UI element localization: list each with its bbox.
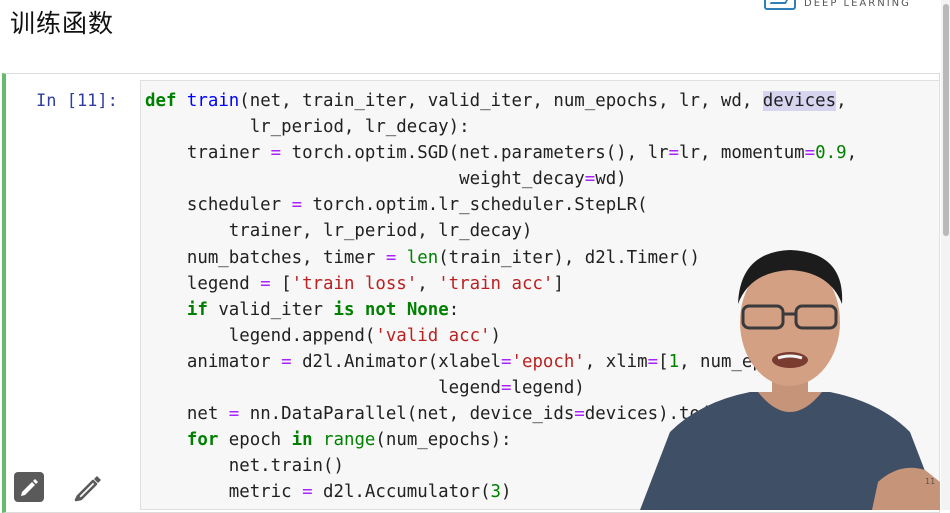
slide-number: 11 bbox=[925, 477, 936, 486]
presenter-video bbox=[640, 250, 940, 510]
scrollbar-thumb[interactable] bbox=[943, 4, 949, 236]
pencil-icon[interactable] bbox=[72, 472, 104, 504]
edit-button[interactable] bbox=[14, 472, 44, 502]
cell-prompt: In [11]: bbox=[36, 91, 118, 111]
logo-icon bbox=[764, 0, 796, 10]
scrollbar[interactable] bbox=[941, 0, 950, 510]
edit-icon bbox=[21, 479, 38, 496]
page-heading: 训练函数 bbox=[10, 9, 115, 38]
logo: DEEP LEARNING bbox=[764, 0, 911, 10]
logo-text: DEEP LEARNING bbox=[804, 0, 911, 9]
